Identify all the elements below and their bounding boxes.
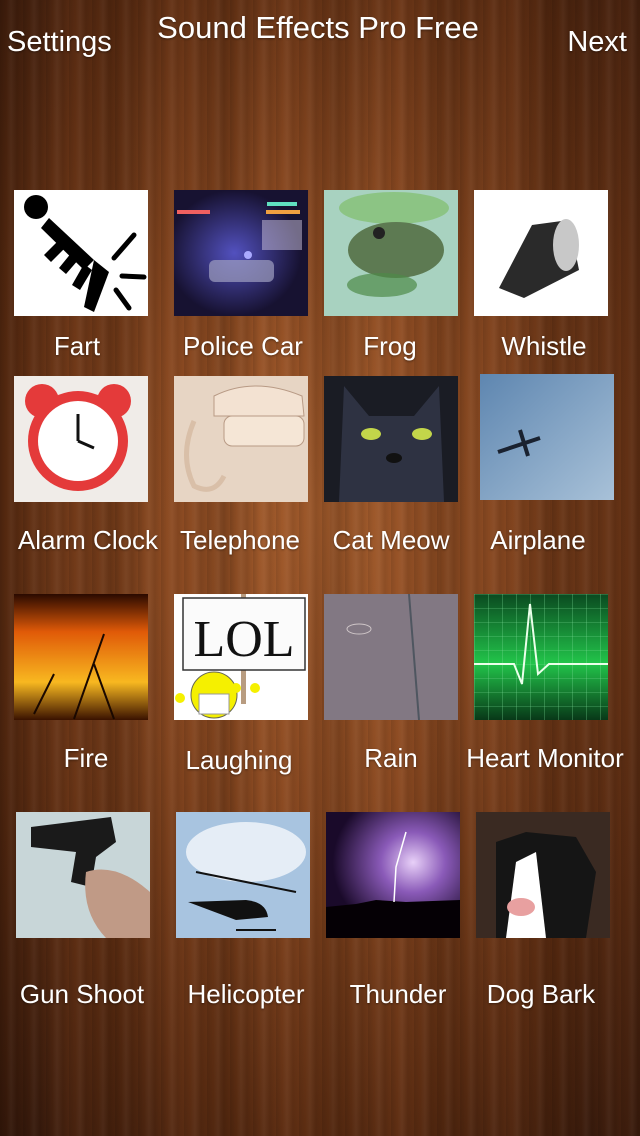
sound-tile-fire[interactable] — [14, 594, 148, 720]
app-title-text: Sound Effects Pro Free — [157, 10, 479, 45]
sound-label: Cat Meow — [332, 525, 450, 555]
rain-image — [324, 594, 458, 720]
fire-image — [14, 594, 148, 720]
sound-tile-airplane[interactable] — [480, 374, 614, 500]
sound-tile-cat-meow[interactable] — [324, 376, 458, 502]
telephone-image — [174, 376, 308, 502]
lol-text: LOL — [193, 611, 294, 668]
sound-label: Frog — [363, 331, 417, 361]
sound-tile-heart-monitor[interactable] — [474, 594, 608, 720]
sound-label: Telephone — [180, 525, 300, 555]
sound-tile-dog-bark[interactable] — [476, 812, 610, 938]
lol-sign-image: LOL — [174, 594, 308, 720]
alarm-clock-image — [14, 376, 148, 502]
sound-label: Airplane — [490, 525, 586, 555]
lightning-image — [326, 812, 460, 938]
police-car-image — [174, 190, 308, 316]
sound-label: Whistle — [501, 331, 587, 361]
sound-label: Police Car — [183, 331, 303, 361]
sound-label: Laughing — [185, 745, 293, 775]
sound-label: Gun Shoot — [19, 979, 145, 1009]
helicopter-image — [176, 812, 310, 938]
frog-image — [324, 190, 458, 316]
fart-figure-icon — [14, 190, 148, 316]
sound-label: Rain — [364, 743, 418, 773]
dog-image — [476, 812, 610, 938]
sound-label: Fire — [63, 743, 109, 773]
airplane-image — [480, 374, 614, 500]
sound-label: Heart Monitor — [466, 743, 624, 773]
whistle-image — [474, 190, 608, 316]
sound-label: Helicopter — [187, 979, 305, 1009]
sound-tile-police-car[interactable] — [174, 190, 308, 316]
sound-label: Alarm Clock — [17, 525, 159, 555]
sound-tile-helicopter[interactable] — [176, 812, 310, 938]
sound-tile-gun-shoot[interactable] — [16, 812, 150, 938]
app-title: Sound Effects Pro Free — [0, 10, 640, 46]
cat-image — [324, 376, 458, 502]
sound-tile-laughing[interactable]: LOL — [174, 594, 308, 720]
sound-label: Dog Bark — [486, 979, 596, 1009]
next-button[interactable]: Next — [567, 26, 627, 59]
sound-tile-thunder[interactable] — [326, 812, 460, 938]
sound-tile-fart[interactable] — [14, 190, 148, 316]
sound-tile-telephone[interactable] — [174, 376, 308, 502]
gun-image — [16, 812, 150, 938]
sound-tile-frog[interactable] — [324, 190, 458, 316]
sound-tile-alarm-clock[interactable] — [14, 376, 148, 502]
heart-monitor-image — [474, 594, 608, 720]
sound-tile-rain[interactable] — [324, 594, 458, 720]
sound-label: Thunder — [349, 979, 447, 1009]
sound-label: Fart — [53, 331, 101, 361]
sound-tile-whistle[interactable] — [474, 190, 608, 316]
